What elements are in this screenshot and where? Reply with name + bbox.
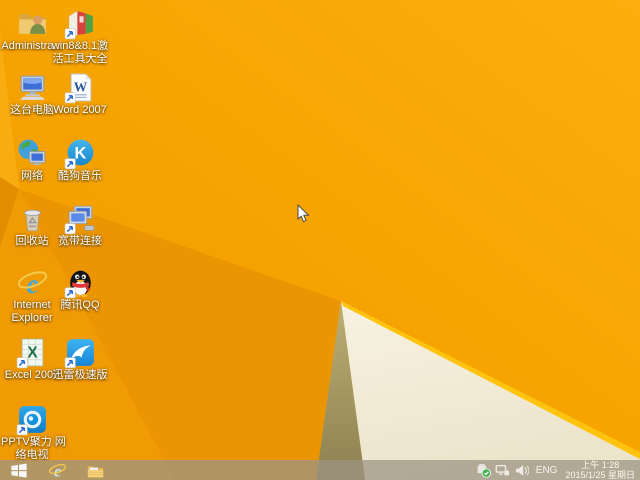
broadband-connection-icon <box>64 205 94 235</box>
user-folder-icon <box>18 14 46 34</box>
kugou-k-icon: K <box>64 139 93 170</box>
icon-label: PPTV聚力 网 <box>1 436 66 448</box>
safely-remove-hardware-icon[interactable] <box>476 463 491 478</box>
computer-icon <box>19 75 45 100</box>
system-tray: ENG 上午 1:28 2015/1/25 星期日 <box>474 460 640 480</box>
language-indicator[interactable]: ENG <box>536 465 558 476</box>
volume-icon[interactable] <box>514 463 529 478</box>
windows-logo-icon <box>11 463 27 478</box>
svg-text:X: X <box>27 345 38 362</box>
icon-label: 酷狗音乐 <box>58 170 102 182</box>
ie-icon: e <box>48 463 66 480</box>
desktop-icon-pptv[interactable]: PPTV聚力 网 络电视 <box>1 403 66 462</box>
desktop-icon-tencent-qq[interactable]: 腾讯QQ <box>49 266 111 312</box>
icon-label: 迅雷极速版 <box>52 369 108 381</box>
network-globe-icon <box>18 139 45 166</box>
clock-date: 2015/1/25 星期日 <box>565 470 635 480</box>
taskbar-ie-button[interactable]: e <box>38 460 76 480</box>
xunlei-bird-icon <box>64 339 94 369</box>
ie-icon: e <box>17 269 47 299</box>
taskbar: e ENG 上午 1:28 2015/1/25 星期日 <box>0 460 640 480</box>
mouse-cursor <box>297 204 310 223</box>
desktop-icon-word-2007[interactable]: W Word 2007 <box>49 71 111 117</box>
pptv-icon <box>16 406 46 436</box>
icon-label: 宽带连接 <box>58 235 102 247</box>
desktop-icon-kugou-music[interactable]: K 酷狗音乐 <box>49 137 111 183</box>
svg-text:W: W <box>73 80 87 95</box>
word-document-icon: W <box>64 73 91 104</box>
tray-clock[interactable]: 上午 1:28 2015/1/25 星期日 <box>565 460 635 480</box>
recycle-bin-icon <box>23 209 41 232</box>
svg-text:K: K <box>74 145 86 163</box>
start-button[interactable] <box>0 460 38 480</box>
desktop-icon-broadband-connection[interactable]: 宽带连接 <box>49 202 111 248</box>
desktop-icon-xunlei[interactable]: 迅雷极速版 <box>49 336 111 382</box>
icon-label-line2: 活工具大全 <box>52 53 108 65</box>
desktop-screen: Administra... win8&8.1激 活工具大全 这台电脑 W Wor… <box>0 0 640 480</box>
file-explorer-icon <box>87 465 103 477</box>
taskbar-file-explorer-button[interactable] <box>76 460 114 480</box>
software-box-icon <box>64 10 93 40</box>
clock-time: 上午 1:28 <box>581 460 620 470</box>
qq-penguin-icon <box>64 270 91 299</box>
icon-label: win8&8.1激 <box>51 40 109 52</box>
network-tray-icon[interactable] <box>495 463 510 478</box>
icon-label-line2: Explorer <box>11 312 53 324</box>
desktop-icon-win8-activation-tools[interactable]: win8&8.1激 活工具大全 <box>49 7 111 66</box>
icon-label: Word 2007 <box>53 104 107 116</box>
excel-spreadsheet-icon: X <box>16 338 43 369</box>
icon-label: 腾讯QQ <box>60 299 100 311</box>
